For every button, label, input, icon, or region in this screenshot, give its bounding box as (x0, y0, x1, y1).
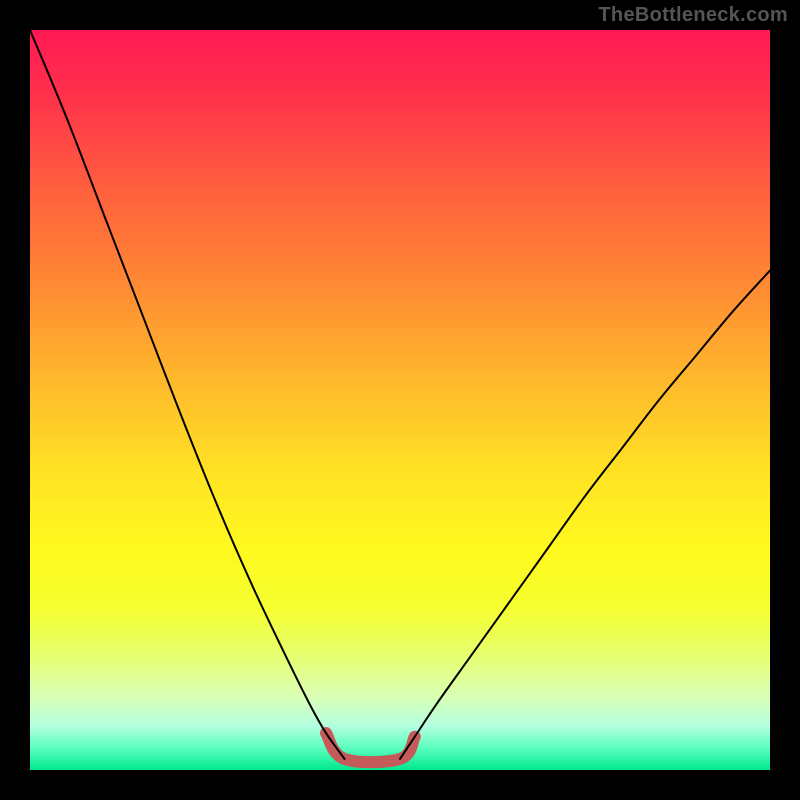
plot-area (30, 30, 770, 770)
left-curve (30, 30, 345, 759)
right-curve (400, 271, 770, 759)
watermark-text: TheBottleneck.com (598, 4, 788, 27)
chart-frame: TheBottleneck.com (0, 0, 800, 800)
curves-svg (30, 30, 770, 770)
